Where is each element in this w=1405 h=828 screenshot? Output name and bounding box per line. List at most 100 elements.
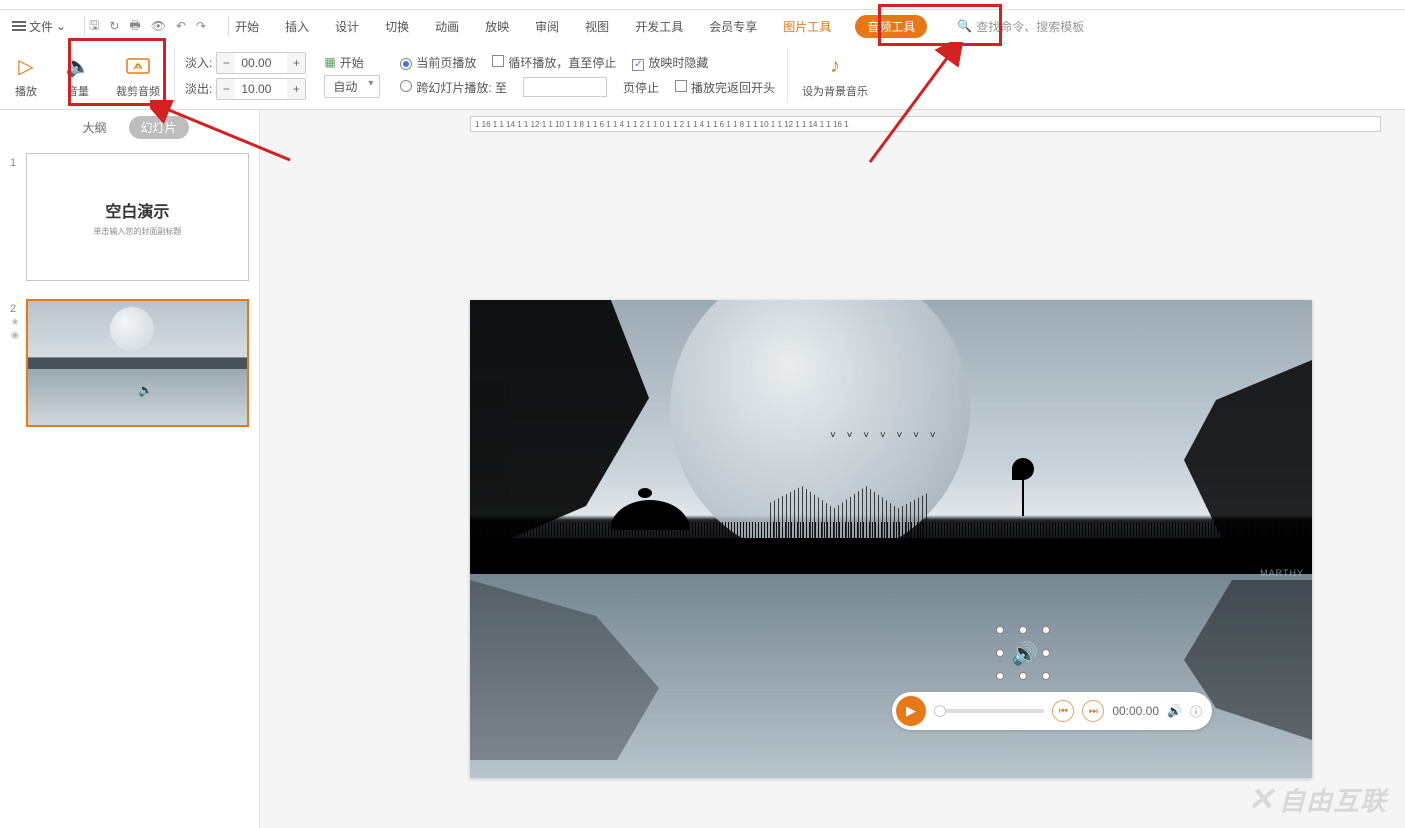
checkbox-icon [675,80,687,92]
thumbnails: 1 空白演示 单击输入您的封面副标题 2 ★ ◉ 🔊 [0,149,259,828]
command-search[interactable]: 🔍 查找命令、搜索模板 [957,18,1084,35]
resize-handle[interactable] [996,626,1004,634]
file-menu[interactable]: 文件 ⌄ [6,15,72,38]
tab-insert[interactable]: 插入 [283,14,311,39]
page-stop-label: 页停止 [623,79,659,96]
tab-design[interactable]: 设计 [333,14,361,39]
bg-music-label: 设为背景音乐 [802,83,868,99]
fade-out-spinner[interactable]: − 10.00 + [216,78,306,100]
workspace: 大纲 幻灯片 1 空白演示 单击输入您的封面副标题 2 ★ ◉ 🔊 [0,110,1405,828]
page-watermark: ✕自由互联 [1247,780,1387,818]
chevron-down-icon: ⌄ [56,19,66,33]
resize-handle[interactable] [996,672,1004,680]
slide-thumbnail-2[interactable]: 🔊 [26,299,249,427]
undo-icon[interactable]: ↶ [176,19,186,33]
tab-home[interactable]: 开始 [233,14,261,39]
outline-tab-outline[interactable]: 大纲 [70,116,118,139]
music-note-icon: ♪ [821,53,849,81]
trim-audio-icon [124,53,152,81]
play-scope-group: 当前页播放 循环播放，直至停止 放映时隐藏 跨幻灯片播放: 至 页停止 播放完返… [390,42,785,109]
increment-button[interactable]: + [287,53,305,73]
tab-view[interactable]: 视图 [583,14,611,39]
page-stop-input[interactable] [523,77,607,97]
refresh-icon[interactable]: ↻ [109,19,119,33]
tab-audio-tools[interactable]: 音频工具 [855,15,927,38]
trim-audio-label: 裁剪音频 [116,83,160,99]
time-display: 00:00.00 [1112,704,1159,718]
save-icon[interactable]: 🖫 [89,16,99,37]
resize-handle[interactable] [1019,626,1027,634]
speaker-icon: 🔊 [138,383,153,397]
increment-button[interactable]: + [287,79,305,99]
bunny-graphic [638,488,652,498]
tab-transition[interactable]: 切换 [383,14,411,39]
flamingo-graphic [1002,458,1042,518]
separator [174,48,175,103]
tab-slideshow[interactable]: 放映 [483,14,511,39]
volume-group[interactable]: 🔈 音量 [52,42,104,109]
chk-loop[interactable]: 循环播放，直至停止 [492,54,616,71]
trim-audio-group[interactable]: 裁剪音频 [104,42,172,109]
fade-in-spinner[interactable]: − 00.00 + [216,52,306,74]
title-bar [0,0,1405,10]
search-icon: 🔍 [957,19,972,33]
resize-handle[interactable] [996,649,1004,657]
slide-number: 2 [10,299,20,315]
play-group[interactable]: ▷ 播放 [0,42,52,109]
fade-in-value: 00.00 [235,54,287,72]
print-icon[interactable]: 🖶 [129,16,140,37]
tab-vip[interactable]: 会员专享 [707,14,759,39]
thumbnail-row: 2 ★ ◉ 🔊 [10,299,249,427]
checkbox-icon [632,59,644,71]
prev-button[interactable]: ⏮ [1052,700,1074,722]
seek-knob[interactable] [934,705,946,717]
volume-icon[interactable]: 🔊 [1167,704,1182,718]
start-mode-select[interactable]: 自动 [324,75,380,98]
chk-hide[interactable]: 放映时隐藏 [632,54,708,71]
resize-handle[interactable] [1042,649,1050,657]
fade-out-label: 淡出: [185,80,212,97]
search-placeholder: 查找命令、搜索模板 [976,18,1084,35]
seek-track[interactable] [934,709,1044,713]
slide-thumbnail-1[interactable]: 空白演示 单击输入您的封面副标题 [26,153,249,281]
decrement-button[interactable]: − [217,79,235,99]
menu-bar: 文件 ⌄ 🖫 ↻ 🖶 👁 ↶ ↷ 开始 插入 设计 切换 动画 放映 审阅 视图… [0,10,1405,42]
resize-handle[interactable] [1019,672,1027,680]
moon-graphic [110,307,154,351]
tab-review[interactable]: 审阅 [533,14,561,39]
image-watermark: MARTHY [1260,568,1304,578]
divider [228,16,229,36]
fade-in-label: 淡入: [185,54,212,71]
annotation-arrow-right [860,42,980,172]
preview-icon[interactable]: 👁 [151,19,166,33]
fade-group: 淡入: − 00.00 + 淡出: − 10.00 + [177,42,314,109]
radio-icon [400,58,412,70]
reflection-left-graphic [470,580,680,760]
audio-object-selected[interactable]: 🔊 [1000,630,1046,676]
info-icon[interactable]: ⓘ [1190,703,1202,720]
next-button[interactable]: ⏭ [1082,700,1104,722]
redo-icon[interactable]: ↷ [196,19,206,33]
chk-rewind[interactable]: 播放完返回开头 [675,79,775,96]
resize-handle[interactable] [1042,626,1050,634]
resize-handle[interactable] [1042,672,1050,680]
tab-picture-tools[interactable]: 图片工具 [781,14,833,39]
opt-cross-slide[interactable]: 跨幻灯片播放: 至 [400,79,507,96]
tab-animation[interactable]: 动画 [433,14,461,39]
opt-current-page[interactable]: 当前页播放 [400,54,476,71]
play-button[interactable]: ▶ [896,696,926,726]
thumb-title: 空白演示 [105,198,169,222]
start-group: ▦ 开始 自动 [314,42,390,109]
fade-out-value: 10.00 [235,80,287,98]
decrement-button[interactable]: − [217,53,235,73]
tab-devtools[interactable]: 开发工具 [633,14,685,39]
audio-badge-icon: ◉ [11,330,20,341]
shoreline-graphic [470,538,1312,574]
radio-icon [400,80,412,92]
slide[interactable]: ˅ ˅ ˅ ˅ ˅ ˅ ˅ MARTHY 🔊 [470,300,1312,778]
thumbnail-row: 1 空白演示 单击输入您的封面副标题 [10,153,249,281]
birds-graphic: ˅ ˅ ˅ ˅ ˅ ˅ ˅ [830,430,940,441]
file-menu-label: 文件 [29,18,53,35]
ribbon-tabs: 开始 插入 设计 切换 动画 放映 审阅 视图 开发工具 会员专享 图片工具 音… [233,14,927,39]
star-icon: ★ [11,317,20,328]
